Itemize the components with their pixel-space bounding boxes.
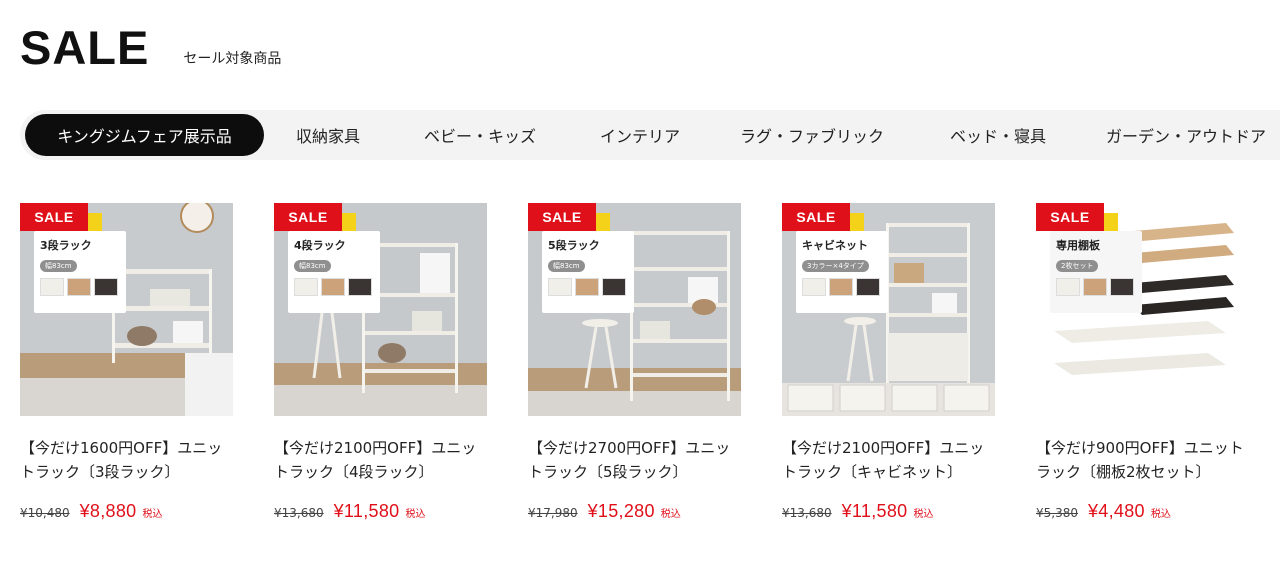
price-row: ¥10,480 ¥8,880 税込 xyxy=(20,501,233,522)
product-name[interactable]: 【今だけ1600円OFF】ユニットラック〔3段ラック〕 xyxy=(20,436,233,484)
tab-bed-bedding[interactable]: ベッド・寝具 xyxy=(938,114,1058,156)
tab-kingjim-fair[interactable]: キングジムフェア展示品 xyxy=(25,114,264,156)
product-name[interactable]: 【今だけ2100円OFF】ユニットラック〔キャビネット〕 xyxy=(782,436,995,484)
image-label-title: キャビネット xyxy=(802,239,868,252)
image-label-card: 5段ラック 幅83cm xyxy=(542,231,634,313)
image-label-title: 4段ラック xyxy=(294,239,346,252)
product-name[interactable]: 【今だけ2700円OFF】ユニットラック〔5段ラック〕 xyxy=(528,436,741,484)
image-label-sub: 幅83cm xyxy=(40,260,77,272)
sale-badge: SALE xyxy=(528,203,596,231)
original-price: ¥13,680 xyxy=(782,506,832,520)
tab-rug-fabric[interactable]: ラグ・ファブリック xyxy=(732,114,892,156)
tab-garden-outdoor[interactable]: ガーデン・アウトドア xyxy=(1102,114,1270,156)
sale-badge: SALE xyxy=(274,203,342,231)
color-swatches xyxy=(1056,278,1136,296)
image-label-title: 3段ラック xyxy=(40,239,92,252)
tab-baby-kids[interactable]: ベビー・キッズ xyxy=(410,114,550,156)
original-price: ¥5,380 xyxy=(1036,506,1078,520)
original-price: ¥17,980 xyxy=(528,506,578,520)
sale-badge: SALE xyxy=(20,203,88,231)
sale-badge: SALE xyxy=(1036,203,1104,231)
product-name[interactable]: 【今だけ2100円OFF】ユニットラック〔4段ラック〕 xyxy=(274,436,487,484)
image-label-title: 専用棚板 xyxy=(1056,239,1100,252)
product-image[interactable]: SALE 4段ラック 幅83cm xyxy=(274,203,487,416)
product-image[interactable]: SALE 5段ラック 幅83cm xyxy=(528,203,741,416)
tax-label: 税込 xyxy=(1150,509,1171,520)
price-row: ¥13,680 ¥11,580 税込 xyxy=(274,501,487,522)
image-label-card: 専用棚板 2枚セット xyxy=(1050,231,1142,313)
image-label-title: 5段ラック xyxy=(548,239,600,252)
product-image[interactable]: SALE キャビネット 3カラー×4タイプ xyxy=(782,203,995,416)
product-name[interactable]: 【今だけ900円OFF】ユニットラック〔棚板2枚セット〕 xyxy=(1036,436,1249,484)
color-swatches xyxy=(802,278,882,296)
image-label-sub: 2枚セット xyxy=(1056,260,1099,272)
original-price: ¥13,680 xyxy=(274,506,324,520)
product-card[interactable]: SALE キャビネット 3カラー×4タイプ 【今だけ2100円OFF】ユニットラ… xyxy=(782,203,995,522)
color-swatches xyxy=(548,278,628,296)
image-label-card: 3段ラック 幅83cm xyxy=(34,231,126,313)
product-card[interactable]: SALE 5段ラック 幅83cm 【今だけ2700円OFF】ユニットラック〔5段… xyxy=(528,203,741,522)
product-image[interactable]: SALE 3段ラック 幅83cm xyxy=(20,203,233,416)
original-price: ¥10,480 xyxy=(20,506,70,520)
tax-label: 税込 xyxy=(142,509,163,520)
tab-storage-furniture[interactable]: 収納家具 xyxy=(278,114,378,156)
page-subtitle: セール対象商品 xyxy=(183,51,282,67)
product-card[interactable]: SALE 3段ラック 幅83cm 【今だけ1600円OFF】ユニットラック〔3段… xyxy=(20,203,233,522)
image-label-sub: 3カラー×4タイプ xyxy=(802,260,869,272)
tax-label: 税込 xyxy=(660,509,681,520)
color-swatches xyxy=(40,278,120,296)
category-tabs: キングジムフェア展示品 収納家具 ベビー・キッズ インテリア ラグ・ファブリック… xyxy=(20,110,1280,160)
image-label-card: 4段ラック 幅83cm xyxy=(288,231,380,313)
sale-badge: SALE xyxy=(782,203,850,231)
sale-price: ¥4,480 xyxy=(1088,501,1145,521)
sale-price: ¥11,580 xyxy=(841,501,908,521)
image-label-card: キャビネット 3カラー×4タイプ xyxy=(796,231,888,313)
tax-label: 税込 xyxy=(913,509,934,520)
price-row: ¥13,680 ¥11,580 税込 xyxy=(782,501,995,522)
price-row: ¥5,380 ¥4,480 税込 xyxy=(1036,501,1249,522)
product-card[interactable]: SALE 専用棚板 2枚セット 【今だけ900円OFF】ユニットラック〔棚板2枚… xyxy=(1036,203,1249,522)
product-image[interactable]: SALE 専用棚板 2枚セット xyxy=(1036,203,1249,416)
price-row: ¥17,980 ¥15,280 税込 xyxy=(528,501,741,522)
image-label-sub: 幅83cm xyxy=(294,260,331,272)
color-swatches xyxy=(294,278,374,296)
sale-price: ¥8,880 xyxy=(79,501,137,521)
sale-price: ¥11,580 xyxy=(333,501,400,521)
sale-price: ¥15,280 xyxy=(587,501,655,521)
page-header: SALE セール対象商品 xyxy=(20,22,281,74)
product-card[interactable]: SALE 4段ラック 幅83cm 【今だけ2100円OFF】ユニットラック〔4段… xyxy=(274,203,487,522)
image-label-sub: 幅83cm xyxy=(548,260,585,272)
tab-interior[interactable]: インテリア xyxy=(585,114,695,156)
tax-label: 税込 xyxy=(405,509,426,520)
page-title: SALE xyxy=(20,21,150,74)
